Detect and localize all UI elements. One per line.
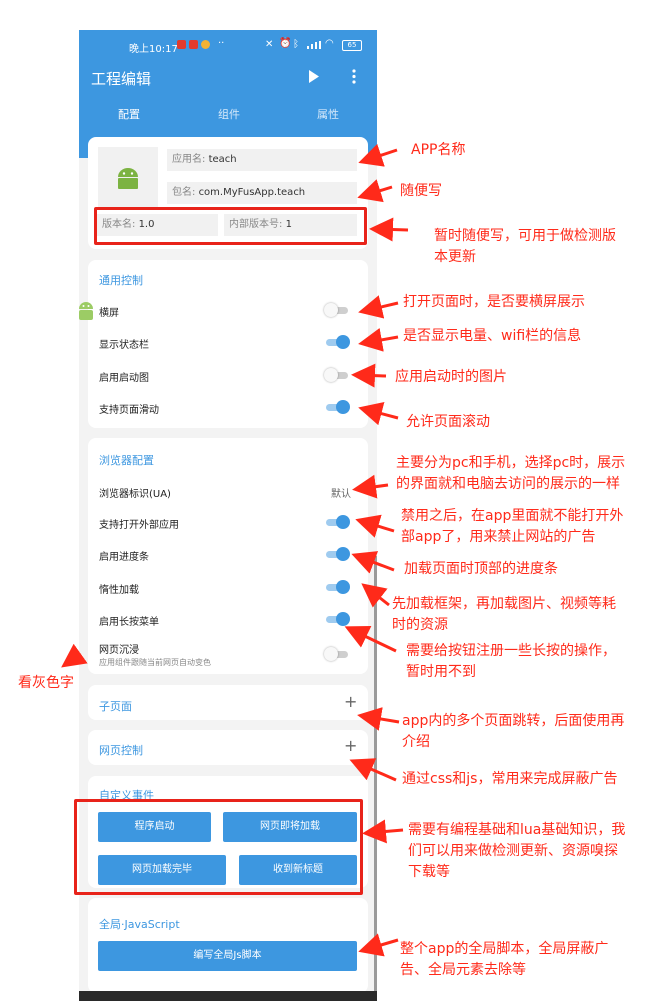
arrow xyxy=(351,363,387,388)
arrow xyxy=(369,217,409,242)
note-package: 随便写 xyxy=(400,183,442,199)
arrow xyxy=(352,474,389,499)
note-scroll: 允许页面滚动 xyxy=(406,414,490,430)
note-subpage: app内的多个页面跳转，后面使用再 介绍 xyxy=(402,713,625,750)
note-webctrl: 通过css和js，常用来完成屏蔽广告 xyxy=(402,771,618,787)
arrow xyxy=(358,295,399,319)
arrow xyxy=(358,143,398,167)
note-progress: 加载页面时顶部的进度条 xyxy=(404,561,558,577)
note-events: 需要有编程基础和lua基础知识，我 们可以用来做检测更新、资源嗅探 下载等 xyxy=(408,822,626,880)
arrow xyxy=(357,707,400,731)
note-landscape: 打开页面时，是否要横屏展示 xyxy=(403,294,585,310)
arrow xyxy=(355,514,395,538)
arrow xyxy=(358,402,399,426)
arrow xyxy=(351,551,395,574)
note-lazy: 先加载框架，再加载图片、视频等耗 时的资源 xyxy=(392,596,616,633)
note-longpress: 需要给按钮注册一些长按的操作， 暂时用不到 xyxy=(406,643,616,680)
arrow xyxy=(349,758,397,782)
arrow xyxy=(344,625,397,653)
note-external-app: 禁用之后，在app里面就不能打开外 部app了，用来禁止网站的广告 xyxy=(401,508,624,545)
note-statusbar: 是否显示电量、wifi栏的信息 xyxy=(403,328,582,344)
arrow xyxy=(358,328,399,352)
note-gray: 看灰色字 xyxy=(18,675,74,691)
arrow xyxy=(61,643,88,668)
note-version: 暂时随便写，可用于做检测版 本更新 xyxy=(434,228,616,265)
arrow xyxy=(361,583,390,608)
arrow xyxy=(357,179,393,203)
note-global-js: 整个app的全局脚本，全局屏蔽广 告、全局元素去除等 xyxy=(400,941,609,978)
note-splash: 应用启动时的图片 xyxy=(395,369,507,385)
note-ua: 主要分为pc和手机，选择pc时，展示 的界面就和电脑去访问的展示的一样 xyxy=(396,455,626,492)
arrow xyxy=(362,819,404,844)
arrow xyxy=(358,933,399,957)
note-app-name: APP名称 xyxy=(411,142,466,158)
